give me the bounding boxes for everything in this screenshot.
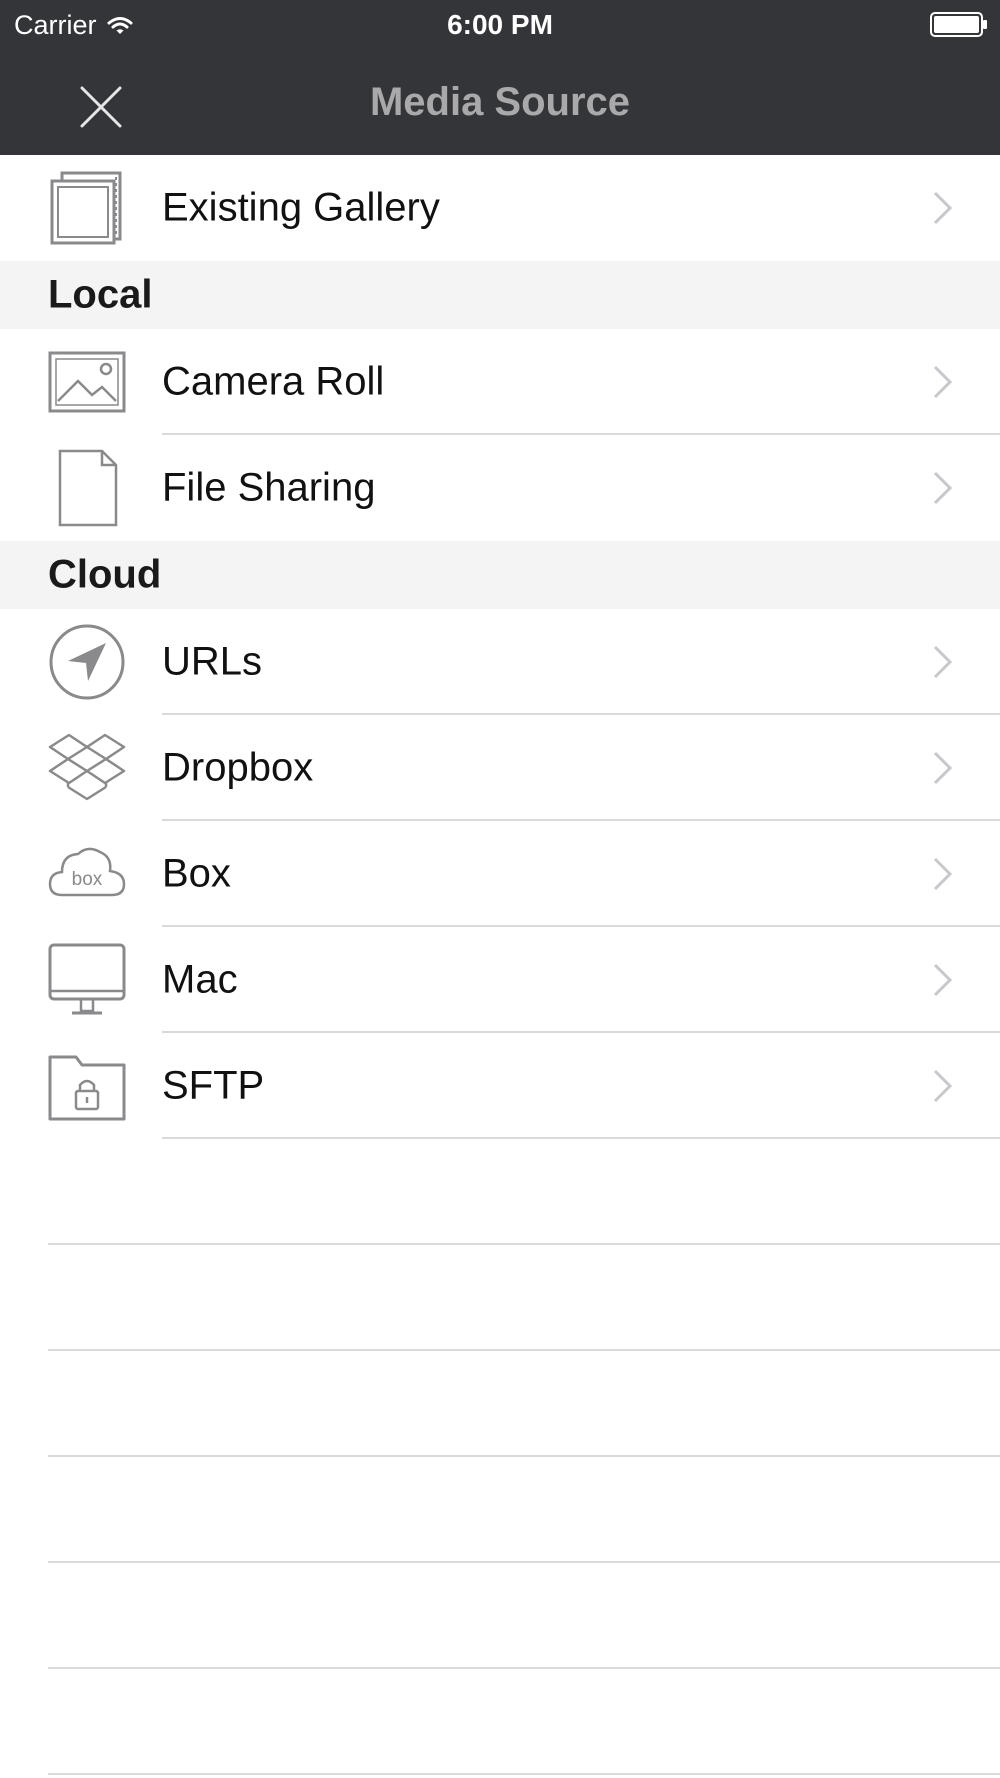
mac-label: Mac [162,957,238,1002]
box-label: Box [162,851,231,896]
file-sharing-row[interactable]: File Sharing [0,435,1000,541]
chevron-right-icon [933,1069,953,1103]
document-icon [58,449,118,527]
lock-folder-icon [48,1055,126,1121]
box-row[interactable]: box Box [0,821,1000,927]
status-time: 6:00 PM [447,9,553,40]
dropbox-label: Dropbox [162,745,314,790]
carrier-label: Carrier [14,10,97,40]
urls-row[interactable]: URLs [0,609,1000,715]
svg-text:box: box [72,869,103,890]
monitor-icon [48,943,126,1015]
camera-roll-label: Camera Roll [162,359,385,404]
chevron-right-icon [933,963,953,997]
chevron-right-icon [933,751,953,785]
urls-label: URLs [162,639,263,684]
gallery-icon [50,171,122,245]
section-title-cloud: Cloud [48,552,162,597]
empty-row [0,1457,1000,1563]
status-bar: Carrier 6:00 PM [0,0,1000,50]
section-header-cloud: Cloud [0,541,1000,609]
dropbox-icon [48,733,126,801]
row-separator [48,1773,1000,1775]
camera-roll-row[interactable]: Camera Roll [0,329,1000,435]
box-cloud-icon: box [48,847,126,897]
location-arrow-icon [49,624,125,700]
header: Carrier 6:00 PM Media Source [0,0,1000,155]
empty-row [0,1351,1000,1457]
chevron-right-icon [933,471,953,505]
nav-bar: Media Source [0,50,1000,155]
media-source-list: Existing Gallery Local Camera Roll File … [0,155,1000,1775]
chevron-right-icon [933,365,953,399]
battery-icon [930,12,987,37]
existing-gallery-row[interactable]: Existing Gallery [0,155,1000,261]
chevron-right-icon [933,191,953,225]
file-sharing-label: File Sharing [162,465,376,510]
close-icon [80,86,122,128]
chevron-right-icon [933,857,953,891]
empty-row [0,1245,1000,1351]
existing-gallery-label: Existing Gallery [162,185,440,230]
section-header-local: Local [0,261,1000,329]
close-button[interactable] [72,78,130,136]
empty-row [0,1563,1000,1669]
wifi-icon [107,16,133,34]
empty-row [0,1139,1000,1245]
mac-row[interactable]: Mac [0,927,1000,1033]
sftp-row[interactable]: SFTP [0,1033,1000,1139]
chevron-right-icon [933,645,953,679]
sftp-label: SFTP [162,1063,265,1108]
photo-icon [48,351,126,413]
section-title-local: Local [48,272,153,317]
page-title: Media Source [369,80,631,124]
dropbox-row[interactable]: Dropbox [0,715,1000,821]
empty-row [0,1669,1000,1775]
